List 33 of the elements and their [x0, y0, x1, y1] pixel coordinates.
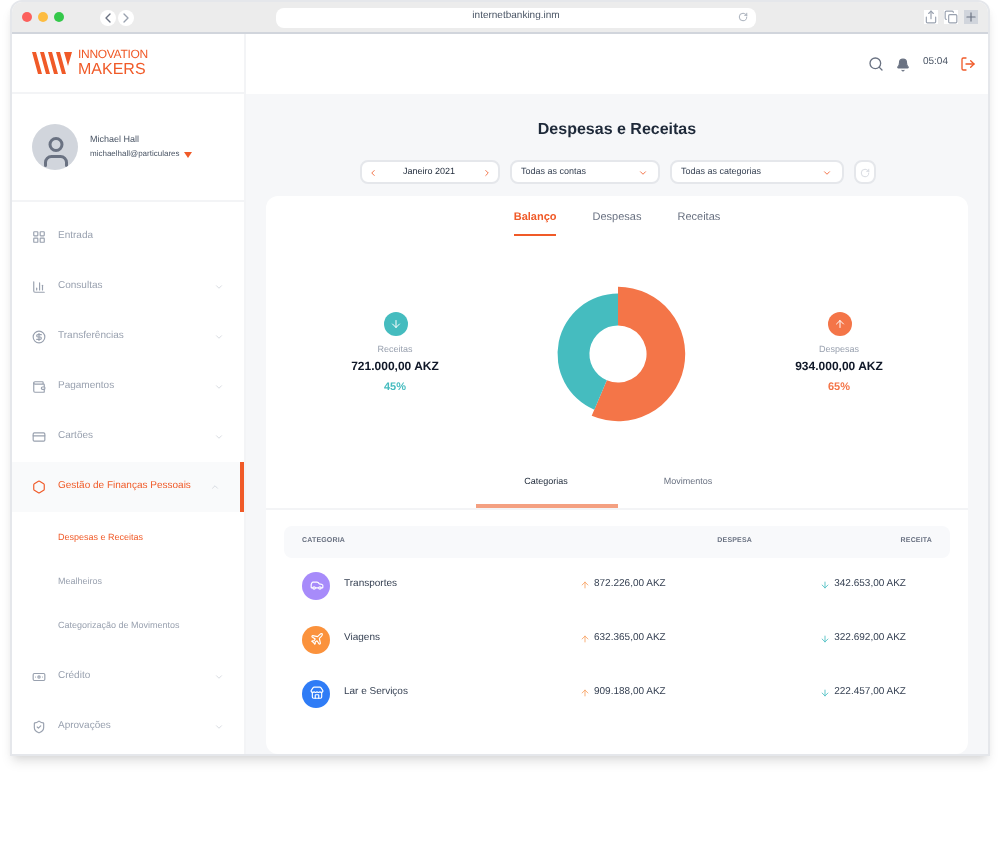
- card-icon: [32, 430, 46, 444]
- tabs-icon[interactable]: [944, 10, 958, 24]
- bell-icon[interactable]: [896, 57, 911, 71]
- down-arrow-icon: [820, 580, 831, 590]
- up-arrow-icon: [580, 634, 590, 644]
- down-arrow-icon: [820, 634, 831, 644]
- brand-name: MAKERS: [78, 61, 148, 77]
- up-arrow-icon: [580, 688, 590, 698]
- forward-icon[interactable]: [118, 9, 134, 25]
- search-icon[interactable]: [868, 56, 885, 72]
- down-arrow-icon: [820, 688, 831, 698]
- grid-icon: [32, 230, 46, 244]
- banknote-icon: [32, 670, 46, 684]
- bar-chart-icon: [32, 280, 46, 294]
- back-icon[interactable]: [100, 9, 116, 25]
- refresh-button[interactable]: [853, 160, 875, 184]
- chevron-icon: [637, 167, 647, 177]
- up-arrow-icon: [580, 580, 590, 590]
- chevron-icon: [821, 167, 831, 177]
- new-tab-icon[interactable]: [964, 10, 978, 24]
- reload-icon[interactable]: [738, 12, 748, 22]
- share-icon[interactable]: [924, 10, 938, 24]
- refresh-icon: [859, 167, 869, 177]
- previous-icon[interactable]: [367, 167, 377, 177]
- logout-icon[interactable]: [960, 56, 976, 72]
- next-icon[interactable]: [481, 167, 491, 177]
- page-title: Despesas e Receitas: [537, 118, 697, 142]
- dropdown-caret-icon[interactable]: [183, 151, 192, 158]
- logo-icon: [32, 52, 72, 74]
- wallet-icon: [32, 380, 46, 394]
- coin-icon: [32, 330, 46, 344]
- shield-check-icon: [32, 720, 46, 734]
- hexagon-icon: [32, 480, 46, 494]
